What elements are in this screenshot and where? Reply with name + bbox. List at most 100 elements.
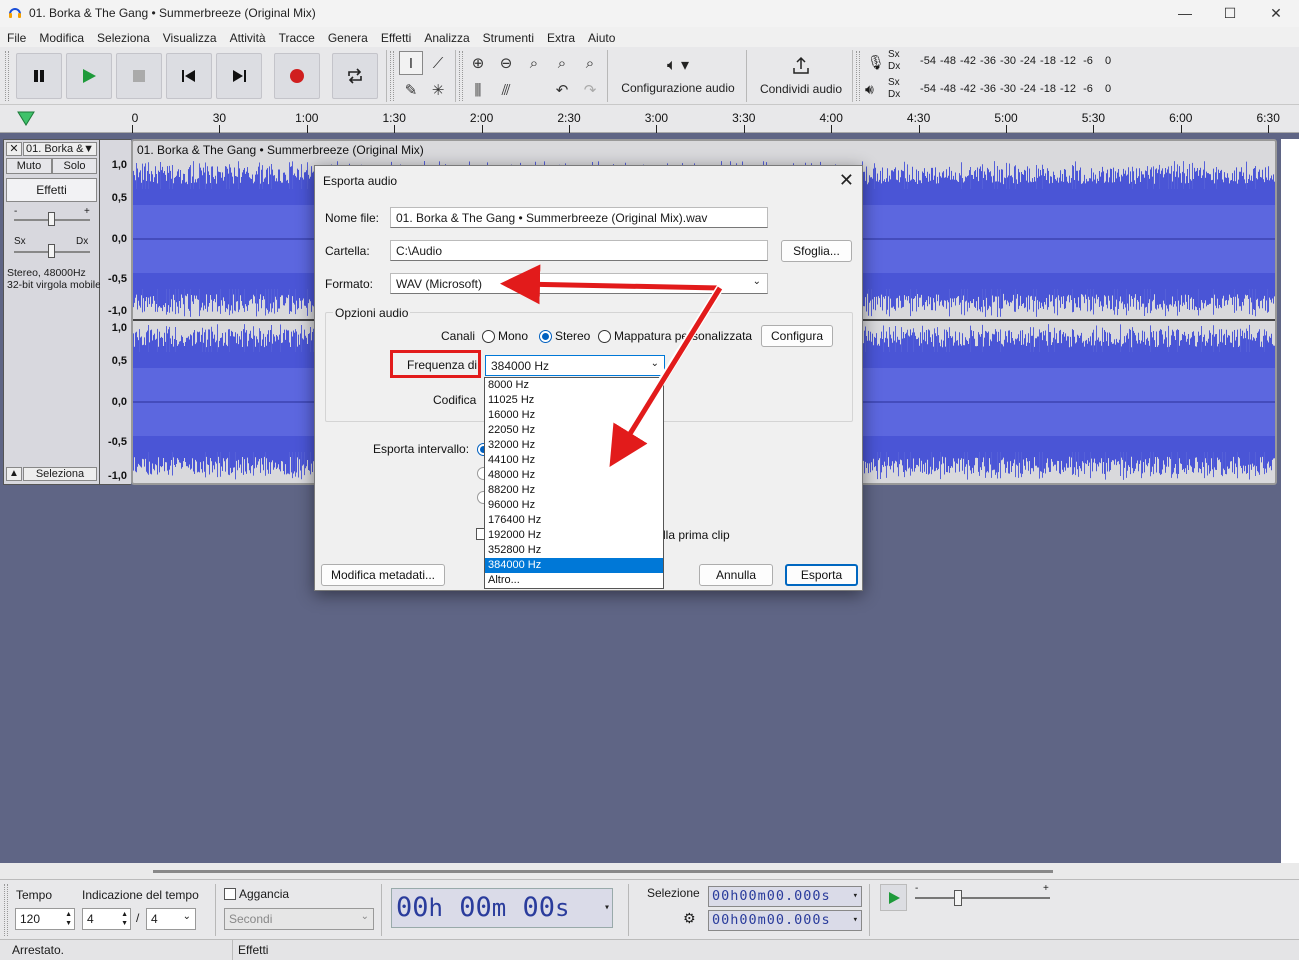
sample-rate-option[interactable]: 48000 Hz [485, 468, 663, 483]
menu-tools[interactable]: Strumenti [476, 27, 540, 47]
edit-grip[interactable] [459, 51, 463, 101]
horizontal-scrollbar[interactable] [0, 863, 1299, 879]
menu-effect[interactable]: Effetti [374, 27, 417, 47]
zoom-out-button[interactable]: ⊖ [494, 51, 518, 75]
zoom-in-button[interactable]: ⊕ [466, 51, 490, 75]
menu-view[interactable]: Visualizza [156, 27, 223, 47]
sample-rate-option[interactable]: Altro... [485, 573, 663, 588]
skip-to-start-button[interactable] [166, 53, 212, 99]
clip-title[interactable]: 01. Borka & The Gang • Summerbreeze (Ori… [137, 143, 424, 157]
sample-rate-option[interactable]: 44100 Hz [485, 453, 663, 468]
stereo-radio[interactable] [539, 330, 552, 343]
maximize-button[interactable]: ☐ [1207, 0, 1253, 27]
sample-rate-option[interactable]: 352800 Hz [485, 543, 663, 558]
menu-edit[interactable]: Modifica [32, 27, 90, 47]
mute-button[interactable]: Muto [6, 158, 52, 174]
fit-selection-button[interactable]: ⌕ [522, 51, 546, 75]
gain-slider-thumb[interactable] [48, 212, 55, 226]
undo-button[interactable]: ↶ [550, 78, 574, 102]
vertical-scrollbar[interactable] [1281, 139, 1299, 864]
menu-analyze[interactable]: Analizza [417, 27, 475, 47]
selection-tool[interactable]: I [399, 51, 423, 75]
meter-grip[interactable] [856, 51, 860, 101]
cancel-button[interactable]: Annulla [699, 564, 773, 586]
playback-meter[interactable]: Sx Dx -54 -48 -42 -36 -30 -24 -18 -12 -6 0 [888, 77, 1138, 101]
browse-button[interactable]: Sfoglia... [781, 240, 852, 262]
toolbar-grip[interactable] [5, 51, 9, 101]
sample-rate-option[interactable]: 88200 Hz [485, 483, 663, 498]
trim-outside-button[interactable]: ⫼ [466, 78, 490, 102]
play-button[interactable] [66, 53, 112, 99]
zoom-toggle-button[interactable]: ⌕ [578, 51, 602, 75]
record-button[interactable] [274, 53, 320, 99]
pan-slider-thumb[interactable] [48, 244, 55, 258]
format-select[interactable]: WAV (Microsoft) ⌄ [390, 273, 768, 294]
playback-speed-slider[interactable] [915, 897, 1050, 899]
time-sig-denominator[interactable]: 4 ⌄ [146, 908, 196, 930]
filename-input[interactable]: 01. Borka & The Gang • Summerbreeze (Ori… [390, 207, 768, 228]
stop-button[interactable] [116, 53, 162, 99]
spinner-icon[interactable]: ▲ ▼ [65, 910, 72, 928]
loop-button[interactable] [332, 53, 378, 99]
track-effects-button[interactable]: Effetti [6, 178, 97, 202]
sample-rate-option[interactable]: 16000 Hz [485, 408, 663, 423]
tempo-input[interactable]: 120 ▲ ▼ [15, 908, 75, 930]
minimize-button[interactable]: — [1162, 0, 1208, 27]
menu-help[interactable]: Aiuto [581, 27, 621, 47]
snap-unit-select[interactable]: Secondi ⌄ [224, 908, 374, 930]
fit-project-button[interactable]: ⌕ [550, 51, 574, 75]
silence-button[interactable]: ⫻ [494, 78, 518, 102]
sample-rate-option[interactable]: 192000 Hz [485, 528, 663, 543]
pause-button[interactable] [16, 53, 62, 99]
configure-button[interactable]: Configura [761, 325, 833, 347]
menu-file[interactable]: File [0, 27, 32, 47]
sample-rate-option[interactable]: 8000 Hz [485, 378, 663, 393]
sample-rate-option[interactable]: 384000 Hz [485, 558, 663, 573]
play-at-speed-button[interactable] [880, 884, 907, 911]
selection-start-time[interactable]: 00h00m00.000s ▾ [708, 886, 862, 907]
track-name-menu[interactable]: 01. Borka & ▼ [23, 142, 97, 156]
dialog-close-icon[interactable]: ✕ [839, 170, 854, 191]
draw-tool[interactable]: ✎ [399, 78, 423, 102]
custom-mapping-radio[interactable] [598, 330, 611, 343]
time-sig-numerator[interactable]: 4 ▲ ▼ [82, 908, 131, 930]
selection-settings-gear-icon[interactable]: ⚙ [683, 910, 696, 927]
menu-extra[interactable]: Extra [540, 27, 581, 47]
edit-metadata-button[interactable]: Modifica metadati... [321, 564, 445, 586]
sample-rate-option[interactable]: 176400 Hz [485, 513, 663, 528]
selection-end-time[interactable]: 00h00m00.000s ▾ [708, 910, 862, 931]
speed-slider-thumb[interactable] [954, 890, 962, 906]
export-button[interactable]: Esporta [785, 564, 858, 586]
time-format-menu-icon[interactable]: ▾ [604, 889, 610, 927]
time-display[interactable]: 00h 00m 00s ▾ [391, 888, 613, 928]
bottom-grip[interactable] [4, 884, 8, 936]
speaker-meter-icon[interactable]: 🔊︎ [865, 81, 874, 98]
collapse-track-button[interactable]: ▲ [6, 467, 22, 481]
track-select-button[interactable]: Seleziona [23, 467, 97, 481]
format-menu-icon[interactable]: ▾ [853, 911, 859, 930]
sample-rate-select[interactable]: 384000 Hz ⌄ [485, 355, 665, 376]
timeline-ruler[interactable]: 0 30 1:00 1:30 2:00 2:30 3:00 3:30 4:00 4:30 5:00 5… [0, 105, 1299, 133]
sample-rate-option[interactable]: 96000 Hz [485, 498, 663, 513]
mono-radio[interactable] [482, 330, 495, 343]
format-menu-icon[interactable]: ▾ [853, 887, 859, 906]
menu-generate[interactable]: Genera [321, 27, 374, 47]
menu-select[interactable]: Seleziona [90, 27, 156, 47]
sample-rate-option[interactable]: 11025 Hz [485, 393, 663, 408]
skip-to-end-button[interactable] [216, 53, 262, 99]
record-meter[interactable]: Sx Dx -54 -48 -42 -36 -30 -24 -18 -12 -6 0 [888, 49, 1138, 73]
spinner-icon[interactable]: ▲ ▼ [121, 910, 128, 928]
multi-tool[interactable]: ✳ [426, 78, 450, 102]
menu-transport[interactable]: Attività [223, 27, 272, 47]
sample-rate-option[interactable]: 22050 Hz [485, 423, 663, 438]
solo-button[interactable]: Solo [52, 158, 97, 174]
audio-setup-button[interactable]: 🔈︎ ▾ Configurazione audio [614, 50, 742, 102]
microphone-icon[interactable]: 🎙︎ [867, 54, 885, 71]
scroll-thumb[interactable] [153, 870, 1053, 873]
sample-rate-option[interactable]: 32000 Hz [485, 438, 663, 453]
share-audio-button[interactable]: Condividi audio [752, 50, 850, 102]
tools-grip[interactable] [390, 51, 394, 101]
envelope-tool[interactable]: ⟋ [426, 51, 450, 75]
track-close-button[interactable]: ✕ [6, 142, 22, 156]
snap-checkbox[interactable] [224, 888, 236, 900]
